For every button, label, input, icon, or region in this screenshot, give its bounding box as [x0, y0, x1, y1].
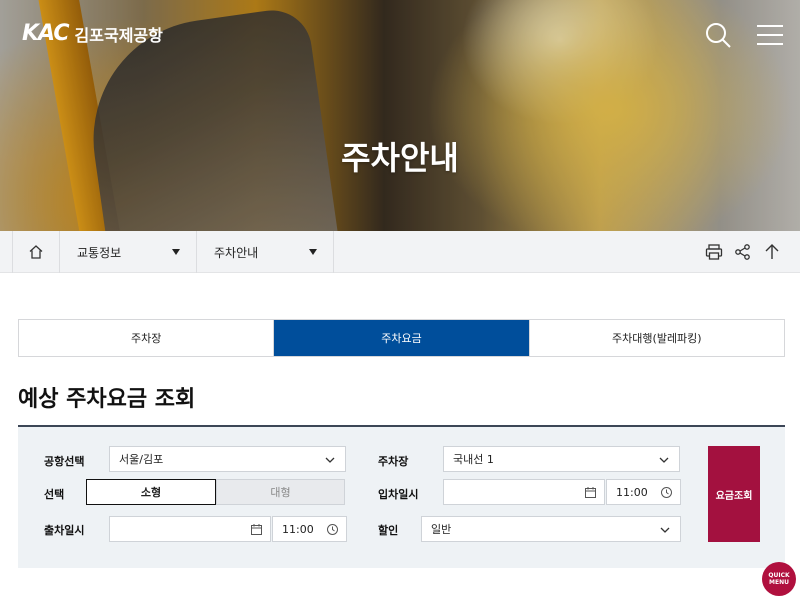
logo-name: 김포국제공항 — [74, 25, 163, 45]
print-icon — [705, 244, 723, 260]
breadcrumb: 교통정보 주차안내 — [0, 231, 800, 273]
share-icon — [735, 244, 750, 260]
discount-select-value: 일반 — [431, 523, 452, 536]
breadcrumb-select-level2[interactable]: 주차안내 — [197, 231, 334, 273]
lot-select-value: 국내선 1 — [453, 453, 494, 466]
caret-down-icon — [172, 249, 180, 255]
chevron-down-icon — [660, 527, 670, 533]
home-icon — [29, 245, 43, 259]
fee-search-button[interactable]: 요금조회 — [708, 446, 760, 542]
calendar-icon — [251, 524, 262, 535]
tab-valet-parking[interactable]: 주차대행(발레파킹) — [529, 320, 784, 356]
caret-down-icon — [309, 249, 317, 255]
quick-menu-button[interactable]: QUICK MENU — [762, 562, 796, 596]
exit-time-input[interactable]: 11:00 — [272, 516, 347, 542]
breadcrumb-level1-label: 교통정보 — [77, 245, 122, 260]
tab-bar: 주차장 주차요금 주차대행(발레파킹) — [18, 319, 785, 357]
share-button[interactable] — [733, 242, 753, 262]
search-icon — [706, 23, 731, 48]
chevron-down-icon — [659, 457, 669, 463]
exit-date-input[interactable] — [109, 516, 271, 542]
menu-button[interactable] — [755, 20, 785, 50]
exit-datetime-label: 출차일시 — [44, 524, 85, 537]
clock-icon — [327, 524, 338, 535]
airport-label: 공항선택 — [44, 455, 85, 468]
clock-icon — [661, 487, 672, 498]
entry-date-input[interactable] — [443, 479, 605, 505]
airport-select[interactable]: 서울/김포 — [109, 446, 346, 472]
lot-select[interactable]: 국내선 1 — [443, 446, 680, 472]
hero-banner: KAC 김포국제공항 주차안내 — [0, 0, 800, 231]
discount-label: 할인 — [378, 524, 399, 537]
print-button[interactable] — [704, 242, 724, 262]
page-title: 주차안내 — [341, 139, 459, 177]
breadcrumb-level2-label: 주차안내 — [214, 245, 259, 260]
tab-parking-lot[interactable]: 주차장 — [19, 320, 275, 356]
car-type-label: 선택 — [44, 488, 65, 501]
car-type-large-button[interactable]: 대형 — [216, 479, 345, 505]
breadcrumb-select-level1[interactable]: 교통정보 — [60, 231, 197, 273]
logo-mark: KAC — [22, 21, 70, 46]
discount-select[interactable]: 일반 — [421, 516, 681, 542]
entry-time-input[interactable]: 11:00 — [606, 479, 681, 505]
home-button[interactable] — [12, 231, 60, 273]
scroll-top-button[interactable] — [762, 242, 782, 262]
hamburger-menu-icon — [757, 25, 783, 45]
car-type-small-button[interactable]: 소형 — [86, 479, 216, 505]
exit-time-value: 11:00 — [282, 522, 314, 536]
chevron-down-icon — [325, 457, 335, 463]
arrow-up-icon — [765, 244, 779, 259]
section-title: 예상 주차요금 조회 — [18, 387, 196, 412]
tab-parking-fee[interactable]: 주차요금 — [274, 320, 530, 356]
search-button[interactable] — [703, 20, 733, 50]
entry-datetime-label: 입차일시 — [378, 488, 419, 501]
calendar-icon — [585, 487, 596, 498]
airport-select-value: 서울/김포 — [119, 453, 164, 466]
site-logo[interactable]: KAC 김포국제공항 — [22, 21, 163, 46]
lot-label: 주차장 — [378, 455, 409, 468]
entry-time-value: 11:00 — [616, 485, 648, 499]
